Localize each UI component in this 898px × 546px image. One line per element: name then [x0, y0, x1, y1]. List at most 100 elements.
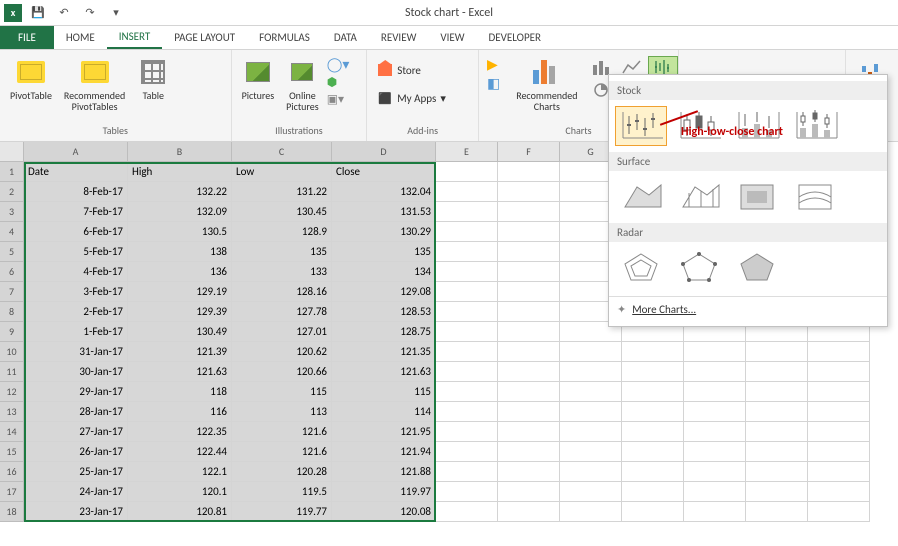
filled-radar-chart[interactable] [731, 248, 783, 288]
row-header[interactable]: 7 [0, 282, 24, 302]
tab-view[interactable]: VIEW [428, 26, 476, 49]
cell[interactable]: 7-Feb-17 [24, 202, 128, 222]
cell[interactable] [498, 482, 560, 502]
row-header[interactable]: 9 [0, 322, 24, 342]
cell[interactable] [436, 382, 498, 402]
cell[interactable] [684, 402, 746, 422]
radar-chart[interactable] [615, 248, 667, 288]
cell[interactable]: 122.35 [128, 422, 232, 442]
cell[interactable]: 121.39 [128, 342, 232, 362]
cell[interactable] [746, 362, 808, 382]
cell[interactable] [560, 422, 622, 442]
cell[interactable]: 121.88 [332, 462, 436, 482]
pictures-button[interactable]: Pictures [238, 54, 279, 103]
cell[interactable] [808, 342, 870, 362]
cell[interactable] [808, 402, 870, 422]
cell[interactable]: 130.49 [128, 322, 232, 342]
cell[interactable]: 28-Jan-17 [24, 402, 128, 422]
cell[interactable]: 134 [332, 262, 436, 282]
cell[interactable]: 8-Feb-17 [24, 182, 128, 202]
cell[interactable] [808, 382, 870, 402]
more-charts-button[interactable]: ✦ More Charts... [609, 297, 887, 322]
tab-developer[interactable]: DEVELOPER [477, 26, 553, 49]
cell[interactable]: 25-Jan-17 [24, 462, 128, 482]
tab-home[interactable]: HOME [54, 26, 107, 49]
cell[interactable] [560, 482, 622, 502]
recommended-pivottables-button[interactable]: Recommended PivotTables [60, 54, 129, 114]
cell[interactable]: 6-Feb-17 [24, 222, 128, 242]
cell[interactable]: 133 [232, 262, 332, 282]
cell[interactable] [436, 182, 498, 202]
cell[interactable] [622, 502, 684, 522]
cell[interactable]: 1-Feb-17 [24, 322, 128, 342]
cell[interactable] [808, 502, 870, 522]
cell[interactable] [498, 242, 560, 262]
cell[interactable]: 135 [332, 242, 436, 262]
cell[interactable]: 131.22 [232, 182, 332, 202]
cell[interactable] [684, 382, 746, 402]
cell[interactable]: 128.75 [332, 322, 436, 342]
cell[interactable] [436, 462, 498, 482]
cell[interactable]: 120.28 [232, 462, 332, 482]
cell[interactable]: 118 [128, 382, 232, 402]
cell[interactable]: 135 [232, 242, 332, 262]
tab-formulas[interactable]: FORMULAS [247, 26, 322, 49]
col-header-F[interactable]: F [498, 142, 560, 162]
tab-insert[interactable]: INSERT [107, 26, 163, 49]
screenshot-icon[interactable]: ▣▾ [327, 92, 350, 107]
cell[interactable] [622, 402, 684, 422]
cell[interactable] [498, 262, 560, 282]
cell[interactable] [684, 442, 746, 462]
cell[interactable]: 129.08 [332, 282, 436, 302]
cell[interactable]: 119.77 [232, 502, 332, 522]
cell[interactable]: 119.97 [332, 482, 436, 502]
cell[interactable] [436, 302, 498, 322]
cell[interactable]: 121.63 [128, 362, 232, 382]
cell[interactable] [436, 362, 498, 382]
row-header[interactable]: 10 [0, 342, 24, 362]
myapps-button[interactable]: ⬛My Apps ▾ [373, 88, 450, 108]
people-graph-icon[interactable]: ◧ [487, 75, 500, 92]
cell[interactable]: 127.01 [232, 322, 332, 342]
undo-icon[interactable]: ↶ [54, 3, 74, 23]
cell[interactable]: 116 [128, 402, 232, 422]
volume-open-high-low-close-chart[interactable] [789, 106, 841, 146]
row-header[interactable]: 11 [0, 362, 24, 382]
col-header-E[interactable]: E [436, 142, 498, 162]
wireframe-contour-chart[interactable] [789, 177, 841, 217]
cell[interactable] [684, 422, 746, 442]
cell[interactable] [560, 402, 622, 422]
cell[interactable] [622, 382, 684, 402]
cell[interactable] [560, 442, 622, 462]
cell[interactable]: 27-Jan-17 [24, 422, 128, 442]
row-header[interactable]: 18 [0, 502, 24, 522]
row-header[interactable]: 16 [0, 462, 24, 482]
cell[interactable] [560, 382, 622, 402]
cell[interactable]: Close [332, 162, 436, 182]
cell[interactable] [622, 482, 684, 502]
cell[interactable]: 132.22 [128, 182, 232, 202]
cell[interactable]: 115 [332, 382, 436, 402]
cell[interactable]: 115 [232, 382, 332, 402]
cell[interactable]: 130.29 [332, 222, 436, 242]
cell[interactable] [498, 462, 560, 482]
cell[interactable] [498, 162, 560, 182]
cell[interactable]: 128.16 [232, 282, 332, 302]
cell[interactable] [684, 462, 746, 482]
cell[interactable] [498, 502, 560, 522]
cell[interactable] [436, 402, 498, 422]
cell[interactable]: 130.45 [232, 202, 332, 222]
cell[interactable] [808, 482, 870, 502]
cell[interactable]: Date [24, 162, 128, 182]
cell[interactable]: 2-Feb-17 [24, 302, 128, 322]
cell[interactable]: 121.94 [332, 442, 436, 462]
cell[interactable] [746, 402, 808, 422]
col-header-C[interactable]: C [232, 142, 332, 162]
tab-review[interactable]: REVIEW [369, 26, 429, 49]
row-header[interactable]: 2 [0, 182, 24, 202]
cell[interactable] [498, 382, 560, 402]
cell[interactable] [622, 442, 684, 462]
cell[interactable] [560, 362, 622, 382]
cell[interactable] [498, 302, 560, 322]
pivottable-button[interactable]: PivotTable [6, 54, 56, 103]
